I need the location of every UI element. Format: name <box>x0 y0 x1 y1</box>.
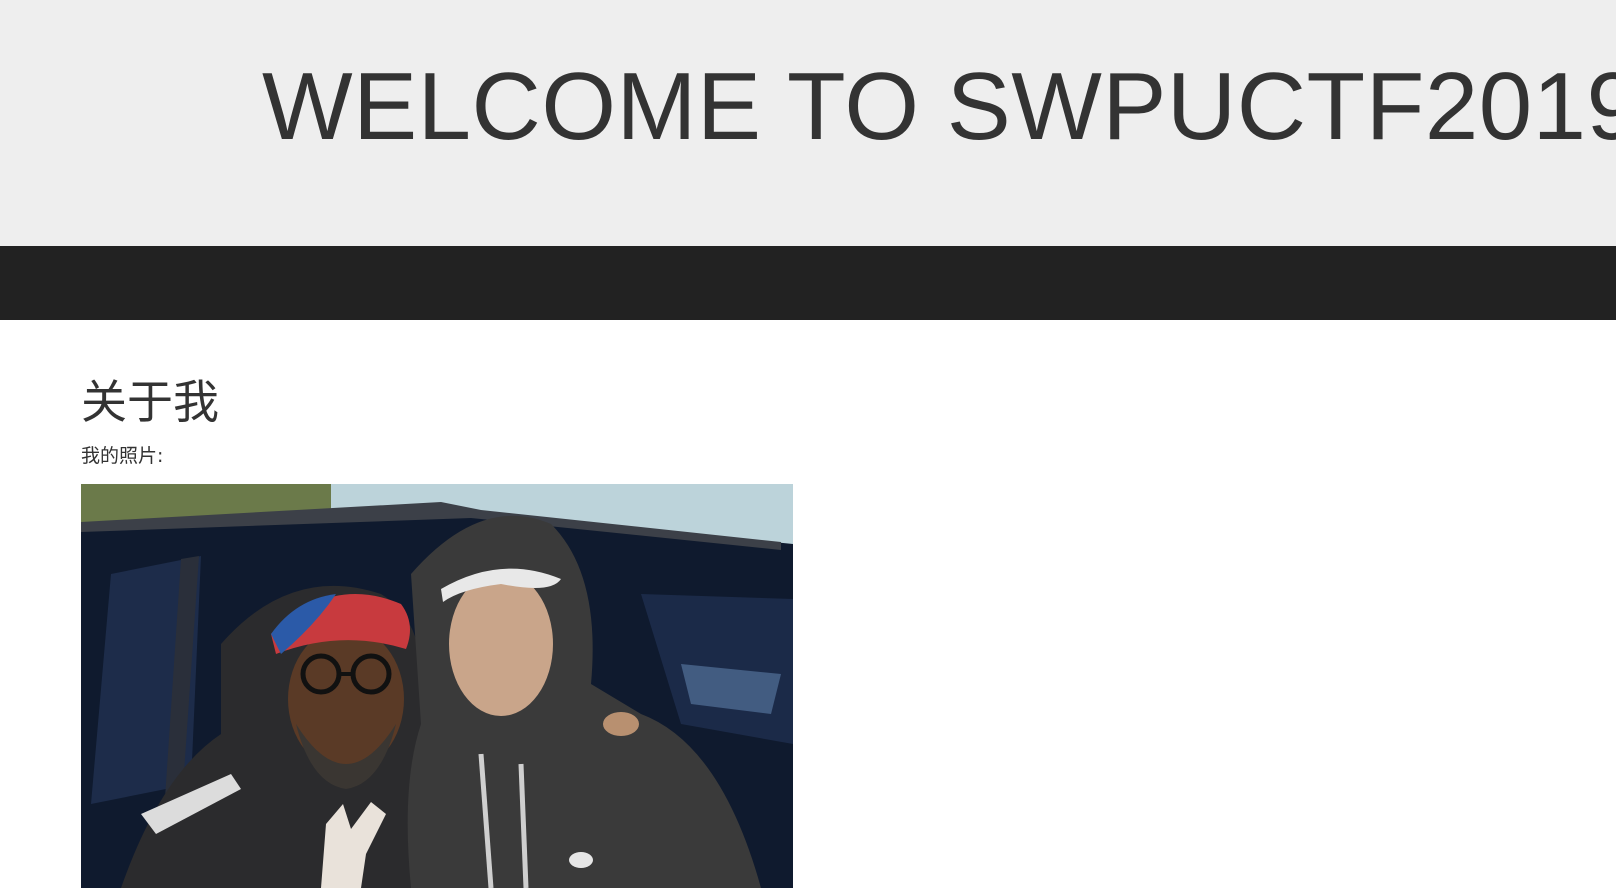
photo-label: 我的照片: <box>81 445 164 467</box>
site-header: WELCOME TO SWPUCTF2019 <box>0 0 1616 246</box>
profile-photo <box>81 484 793 888</box>
about-heading: 关于我 <box>81 375 219 429</box>
photo-image <box>81 484 793 888</box>
site-title: WELCOME TO SWPUCTF2019 <box>262 53 1616 160</box>
navbar <box>0 246 1616 320</box>
